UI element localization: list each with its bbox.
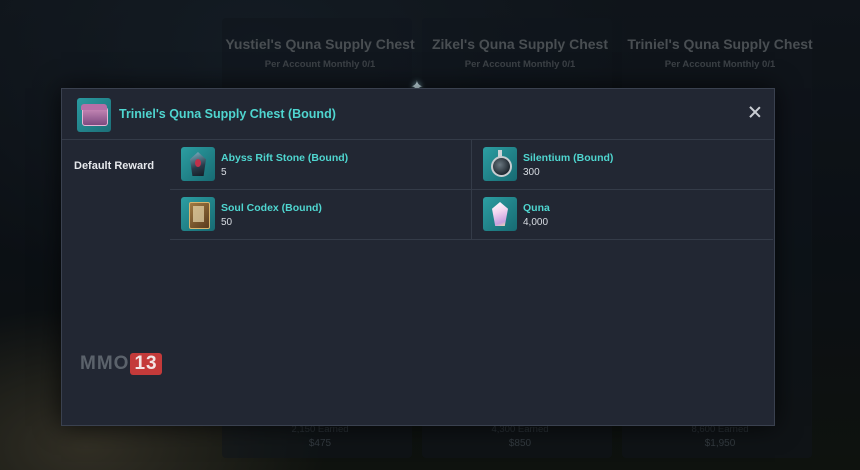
reward-quantity: 5	[221, 167, 227, 178]
dialog-title: Triniel's Quna Supply Chest (Bound)	[119, 107, 336, 121]
section-label: Default Reward	[74, 160, 155, 172]
watermark-badge: 13	[130, 353, 162, 375]
reward-name: Abyss Rift Stone (Bound)	[221, 152, 349, 164]
quna-crystal-icon	[483, 197, 517, 231]
watermark-text: MMO	[80, 353, 130, 374]
site-watermark: MMO 13	[80, 353, 162, 375]
close-icon[interactable]	[746, 104, 764, 122]
silentium-orb	[491, 156, 512, 177]
rift-stone-icon	[181, 147, 215, 181]
reward-quantity: 300	[523, 167, 540, 178]
chest-lid	[81, 104, 107, 110]
quna-crystal-shape	[492, 202, 508, 226]
reward-item[interactable]: Soul Codex (Bound) 50	[170, 190, 472, 240]
reward-item[interactable]: Silentium (Bound) 300	[472, 140, 773, 190]
chest-icon	[77, 98, 111, 132]
reward-quantity: 50	[221, 217, 233, 228]
reward-name: Silentium (Bound)	[523, 152, 614, 164]
reward-item[interactable]: Abyss Rift Stone (Bound) 5	[170, 140, 472, 190]
reward-quantity: 4,000	[523, 217, 549, 228]
rift-stone-core	[195, 159, 201, 167]
reward-item[interactable]: Quna 4,000	[472, 190, 773, 240]
reward-preview-dialog: Triniel's Quna Supply Chest (Bound) Defa…	[61, 88, 775, 426]
reward-name: Soul Codex (Bound)	[221, 202, 322, 214]
codex-page	[193, 206, 204, 222]
dialog-header: Triniel's Quna Supply Chest (Bound)	[62, 89, 774, 140]
reward-grid: Abyss Rift Stone (Bound) 5 Silentium (Bo…	[170, 140, 773, 240]
silentium-icon	[483, 147, 517, 181]
reward-name: Quna	[523, 202, 550, 214]
soul-codex-icon	[181, 197, 215, 231]
